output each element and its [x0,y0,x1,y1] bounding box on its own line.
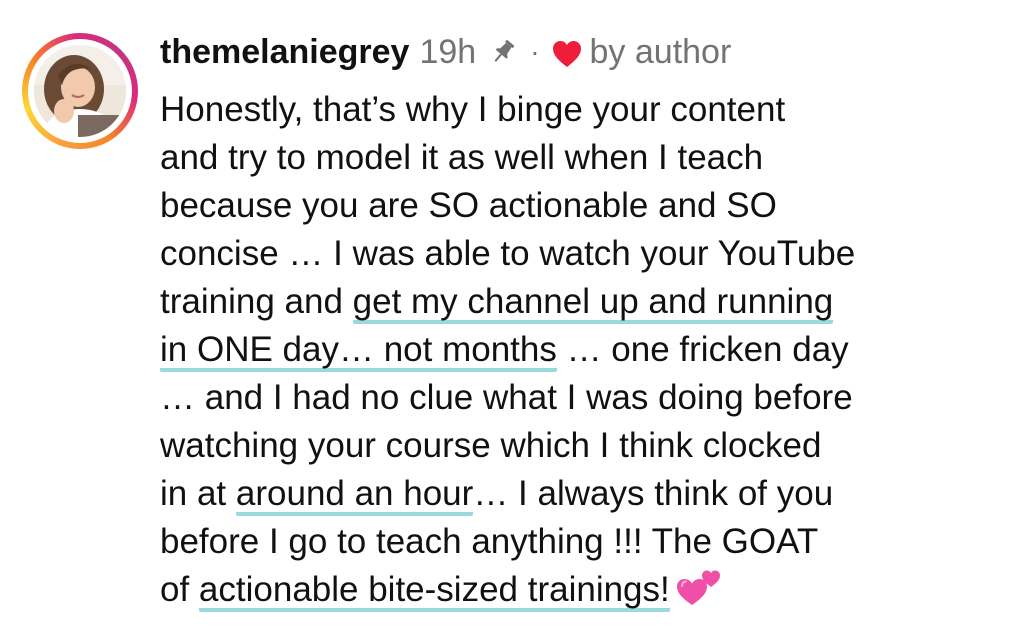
comment-text: watching your course which I think clock… [160,426,822,465]
avatar[interactable] [34,45,126,137]
profile-photo [34,45,126,137]
heart-icon [552,38,582,67]
liked-by-author-label: by author [589,32,732,71]
two-hearts-emoji [676,567,722,607]
comment-line: watching your course which I think clock… [160,422,1020,470]
comment-line: concise … I was able to watch your YouTu… [160,230,1020,278]
comment-text: of [160,570,199,609]
timestamp: 19h [419,32,477,71]
highlighted-phrase: in ONE day… not months [160,330,557,372]
comment-text: … and I had no clue what I was doing bef… [160,378,853,417]
comment-line: and try to model it as well when I teach [160,134,1020,182]
comment-line: before I go to teach anything !!! The GO… [160,518,1020,566]
comment-line: … and I had no clue what I was doing bef… [160,374,1020,422]
comment-text: concise … I was able to watch your YouTu… [160,234,856,273]
comment-text: before I go to teach anything !!! The GO… [160,522,819,561]
comment-text: … one fricken day [556,330,849,369]
username[interactable]: themelaniegrey [160,33,409,72]
comment-text: training and [160,282,353,321]
comment-line: of actionable bite-sized trainings! [160,566,1020,614]
comment-line: training and get my channel up and runni… [160,278,1020,326]
comment-header: themelaniegrey 19h · by author [160,30,731,74]
comment-text: in at [160,474,236,513]
pin-icon [488,37,518,67]
comment-line: Honestly, that’s why I binge your conten… [160,86,1020,134]
comment-text: Honestly, that’s why I binge your conten… [160,90,786,129]
comment-text: and try to model it as well when I teach [160,138,764,177]
separator-dot: · [530,36,540,67]
comment-line: because you are SO actionable and SO [160,182,1020,230]
highlighted-phrase: around an hour [235,474,474,516]
highlighted-phrase: get my channel up and running [352,282,834,324]
comment-line: in ONE day… not months … one fricken day [160,326,1020,374]
comment-body: Honestly, that’s why I binge your conten… [160,86,1020,614]
highlighted-phrase: actionable bite-sized trainings! [198,570,670,612]
avatar-story-ring[interactable] [22,33,138,149]
comment-line: in at around an hour… I always think of … [160,470,1020,518]
comment-text: because you are SO actionable and SO [160,186,777,225]
comment-text: … I always think of you [473,474,834,513]
